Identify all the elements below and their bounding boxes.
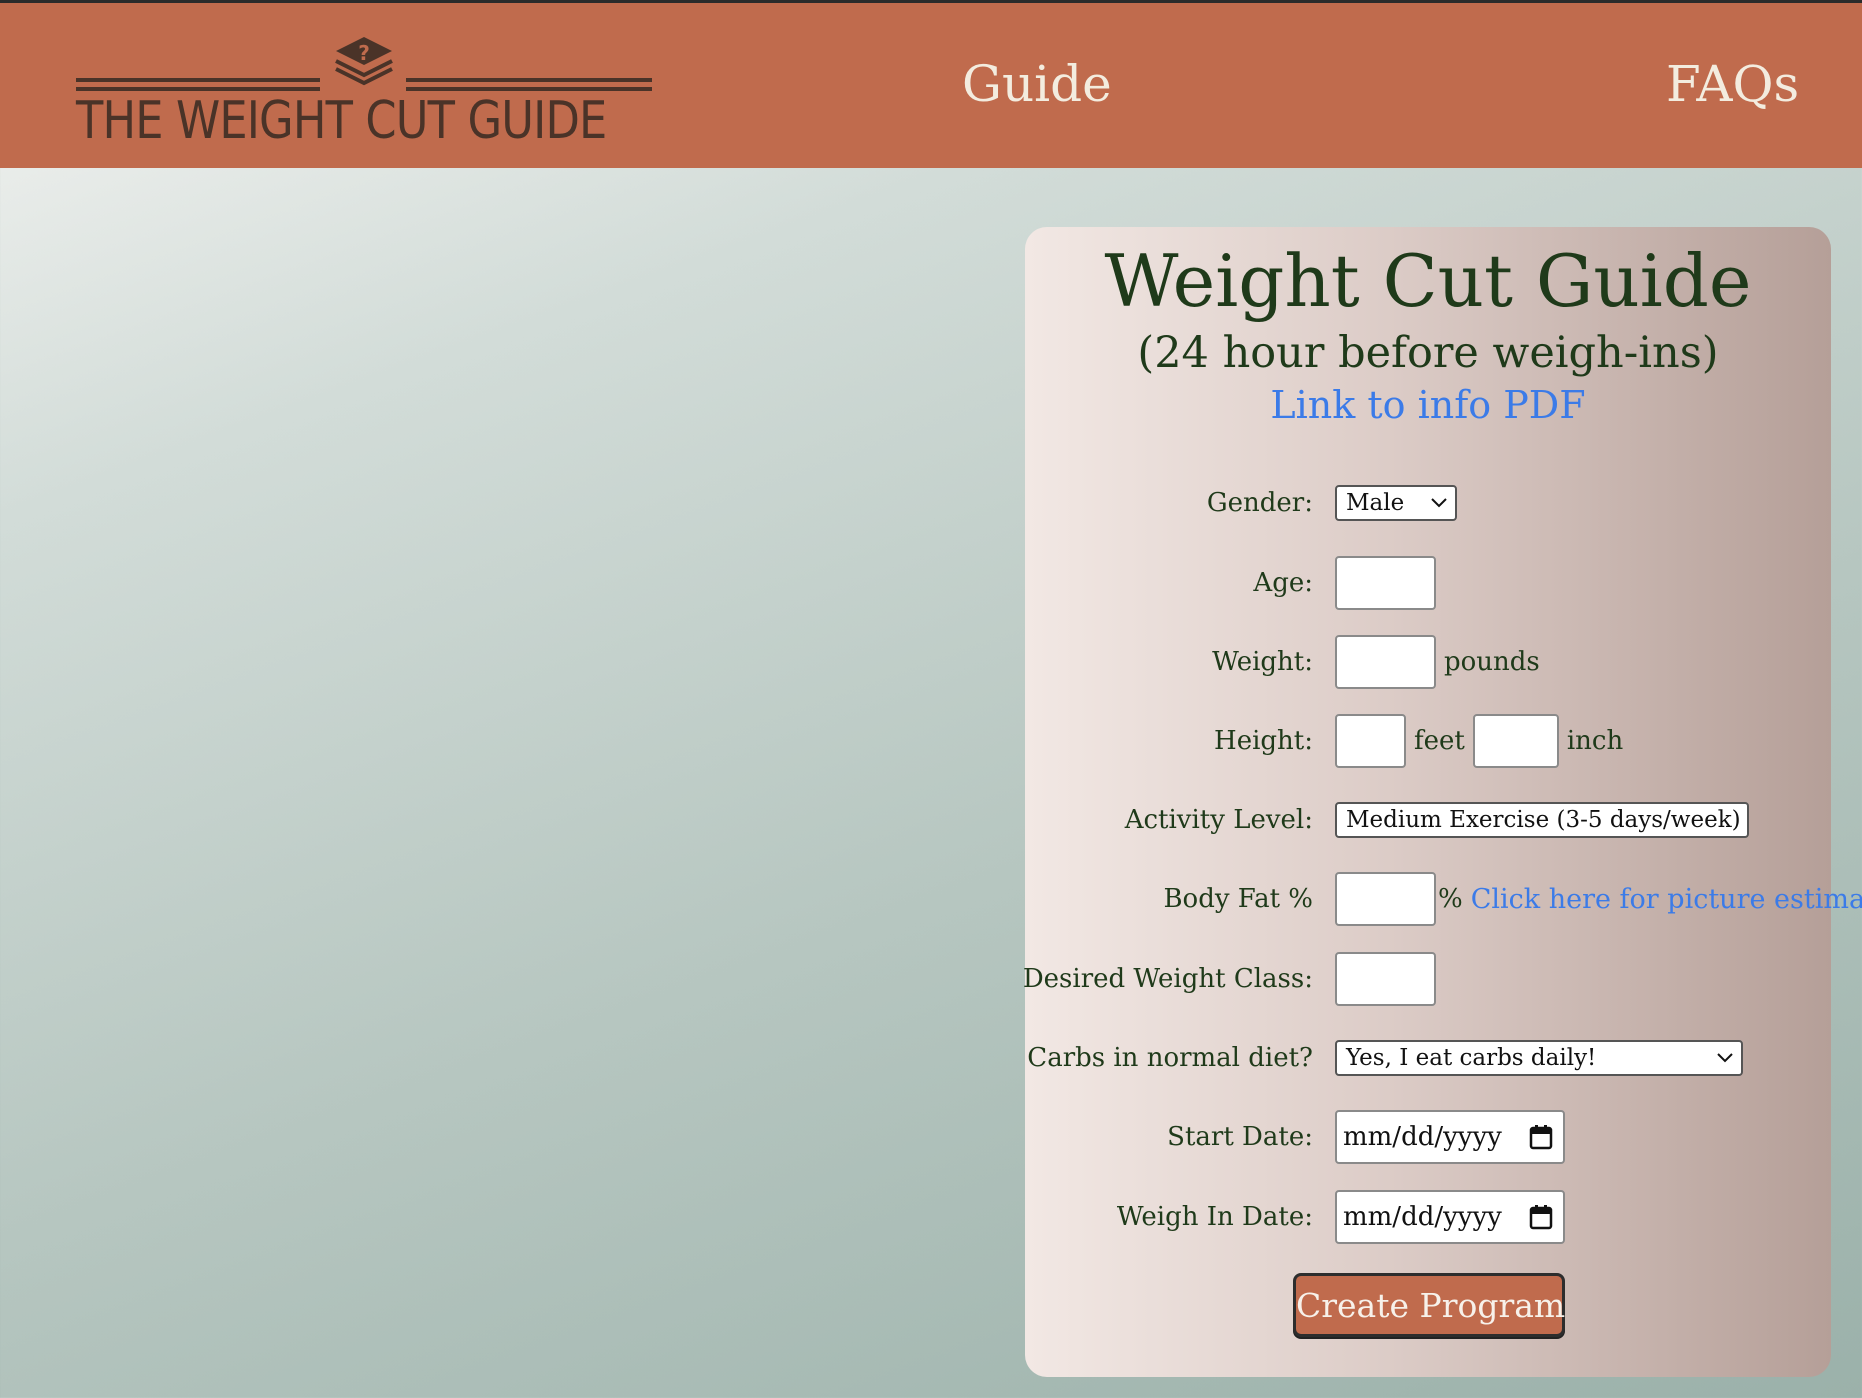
nav-guide-link[interactable]: Guide <box>962 55 1112 113</box>
height-inch-unit: inch <box>1566 726 1624 756</box>
weigh-in-date-label: Weigh In Date: <box>1116 1202 1313 1232</box>
activity-label: Activity Level: <box>1124 805 1313 835</box>
activity-row: Activity Level: Medium Exercise (3-5 day… <box>1025 792 1831 848</box>
form-title: Weight Cut Guide <box>1104 239 1752 323</box>
gender-select-value: Male <box>1346 490 1405 516</box>
age-label: Age: <box>1253 568 1313 598</box>
nav-faqs-link[interactable]: FAQs <box>1666 55 1799 113</box>
start-date-label: Start Date: <box>1167 1122 1313 1152</box>
weight-unit: pounds <box>1444 647 1540 677</box>
form-subtitle: (24 hour before weigh-ins) <box>1137 328 1719 378</box>
weigh-in-date-placeholder: mm/dd/yyyy <box>1343 1202 1502 1232</box>
gender-select[interactable]: Male <box>1335 485 1457 521</box>
carbs-select[interactable]: Yes, I eat carbs daily! <box>1335 1040 1743 1076</box>
activity-select-value: Medium Exercise (3-5 days/week) <box>1346 807 1741 833</box>
body-fat-label: Body Fat % <box>1163 884 1313 914</box>
picture-estimate-link[interactable]: Click here for picture estimate <box>1471 884 1862 915</box>
site-logo[interactable]: ? THE WEIGHT CUT GUIDE <box>76 29 652 157</box>
carbs-row: Carbs in normal diet? Yes, I eat carbs d… <box>1025 1030 1831 1086</box>
body-fat-unit: % <box>1438 884 1463 914</box>
height-feet-input[interactable] <box>1335 714 1406 768</box>
weight-label: Weight: <box>1212 647 1313 677</box>
site-header: ? THE WEIGHT CUT GUIDE Guide FAQs <box>0 0 1862 168</box>
age-input[interactable] <box>1335 556 1436 610</box>
chevron-down-icon <box>1431 498 1447 508</box>
calendar-icon[interactable] <box>1529 1124 1553 1150</box>
gender-label: Gender: <box>1206 488 1313 518</box>
weigh-in-date-input[interactable]: mm/dd/yyyy <box>1335 1190 1565 1244</box>
create-program-button[interactable]: Create Program <box>1293 1273 1565 1337</box>
carbs-select-value: Yes, I eat carbs daily! <box>1346 1045 1597 1071</box>
carbs-label: Carbs in normal diet? <box>1027 1043 1313 1073</box>
calendar-icon[interactable] <box>1529 1204 1553 1230</box>
weight-input[interactable] <box>1335 635 1436 689</box>
logo-rule-left <box>76 78 320 82</box>
chevron-down-icon <box>1717 1053 1733 1063</box>
weight-cut-form-card: Weight Cut Guide (24 hour before weigh-i… <box>1022 227 1862 1377</box>
activity-select[interactable]: Medium Exercise (3-5 days/week) <box>1335 802 1749 838</box>
start-date-placeholder: mm/dd/yyyy <box>1343 1122 1502 1152</box>
weight-row: Weight: pounds <box>1025 634 1831 690</box>
logo-text: THE WEIGHT CUT GUIDE <box>76 91 607 151</box>
body-fat-input[interactable] <box>1335 872 1436 926</box>
height-inch-input[interactable] <box>1472 714 1559 768</box>
svg-text:?: ? <box>358 41 370 65</box>
logo-rule-right <box>406 78 652 82</box>
weight-class-label: Desired Weight Class: <box>1022 964 1313 994</box>
weight-class-input[interactable] <box>1335 952 1436 1006</box>
books-question-icon: ? <box>335 37 393 86</box>
start-date-row: Start Date: mm/dd/yyyy <box>1025 1109 1831 1165</box>
info-pdf-link[interactable]: Link to info PDF <box>1025 383 1831 427</box>
height-feet-unit: feet <box>1414 726 1465 756</box>
body-fat-row: Body Fat % % Click here for picture estim… <box>1025 871 1862 927</box>
gender-row: Gender: Male <box>1025 475 1831 531</box>
weigh-in-date-row: Weigh In Date: mm/dd/yyyy <box>1025 1189 1831 1245</box>
start-date-input[interactable]: mm/dd/yyyy <box>1335 1110 1565 1164</box>
age-row: Age: <box>1025 555 1831 611</box>
height-row: Height: feet inch <box>1025 713 1831 769</box>
height-label: Height: <box>1214 726 1313 756</box>
weight-class-row: Desired Weight Class: <box>1022 951 1831 1007</box>
